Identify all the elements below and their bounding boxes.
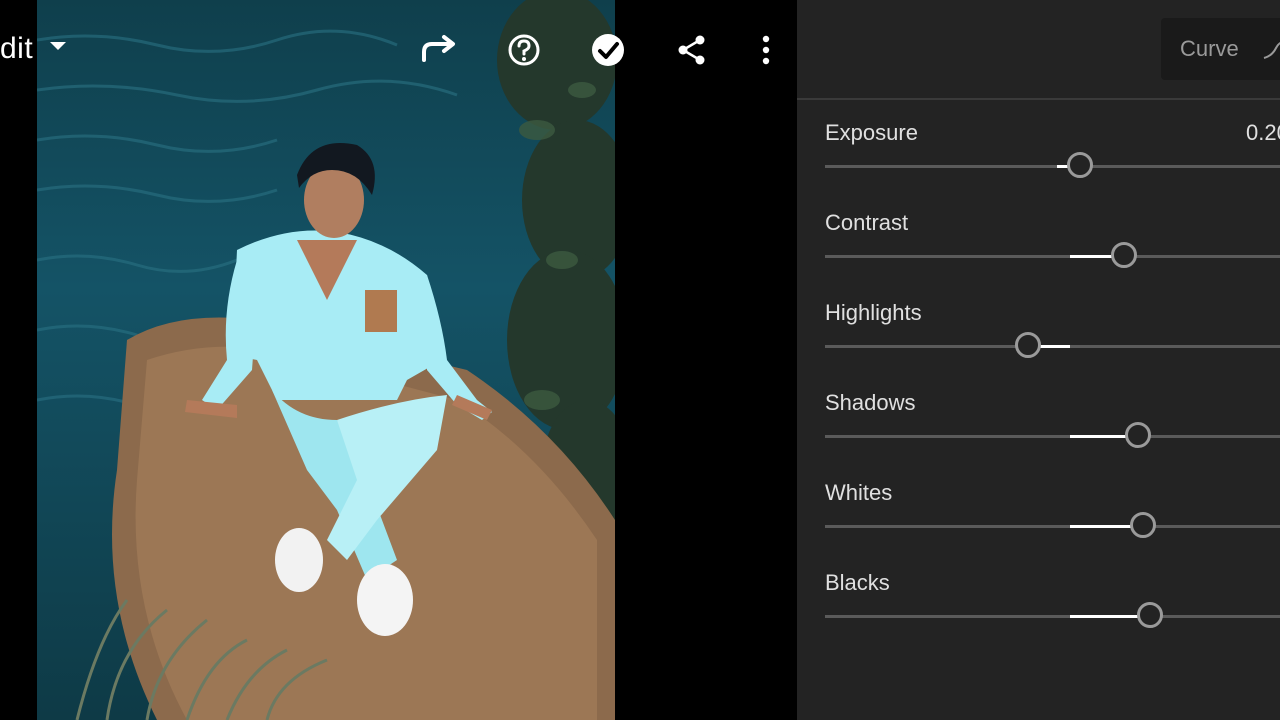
blacks-thumb[interactable] (1137, 602, 1163, 628)
top-toolbar: dit (0, 0, 797, 100)
whites-slider-row: Whites (825, 480, 1280, 570)
whites-thumb[interactable] (1130, 512, 1156, 538)
whites-label: Whites (825, 480, 893, 505)
shadows-slider-row: Shadows (825, 390, 1280, 480)
shadows-fill (1070, 435, 1126, 438)
blacks-fill (1070, 615, 1138, 618)
curve-icon (1263, 42, 1280, 59)
shadows-thumb[interactable] (1125, 422, 1151, 448)
contrast-label: Contrast (825, 210, 909, 235)
highlights-slider-row: Highlights (825, 300, 1280, 390)
more-icon[interactable] (746, 30, 786, 70)
contrast-thumb[interactable] (1111, 242, 1137, 268)
exposure-track[interactable] (825, 165, 1280, 168)
contrast-slider-row: Contrast (825, 210, 1280, 300)
share-icon[interactable] (672, 30, 712, 70)
whites-track[interactable] (825, 525, 1280, 528)
light-adjustments-panel: Curve Exposure 0.20 Contrast Highlights … (797, 0, 1280, 720)
chevron-down-icon[interactable] (50, 42, 66, 50)
photo-illustration (37, 0, 615, 720)
contrast-fill (1070, 255, 1112, 258)
blacks-slider-row: Blacks (825, 570, 1280, 660)
contrast-track[interactable] (825, 255, 1280, 258)
exposure-value[interactable]: 0.20 (1246, 120, 1280, 146)
image-canvas (0, 0, 797, 720)
whites-fill (1070, 525, 1131, 528)
curve-button[interactable]: Curve (1161, 18, 1280, 80)
shadows-label: Shadows (825, 390, 916, 415)
edit-mode-title[interactable]: dit (0, 32, 33, 66)
highlights-label: Highlights (825, 300, 922, 325)
shadows-track[interactable] (825, 435, 1280, 438)
exposure-slider-row: Exposure 0.20 (825, 120, 1280, 210)
exposure-label: Exposure (825, 120, 918, 145)
exposure-thumb[interactable] (1067, 152, 1093, 178)
done-icon[interactable] (588, 30, 628, 70)
curve-label: Curve (1180, 36, 1239, 61)
help-icon[interactable] (504, 30, 544, 70)
redo-icon[interactable] (420, 30, 460, 70)
panel-header: Curve (797, 0, 1280, 100)
photo-preview[interactable] (37, 0, 615, 720)
blacks-label: Blacks (825, 570, 890, 595)
blacks-track[interactable] (825, 615, 1280, 618)
highlights-thumb[interactable] (1015, 332, 1041, 358)
